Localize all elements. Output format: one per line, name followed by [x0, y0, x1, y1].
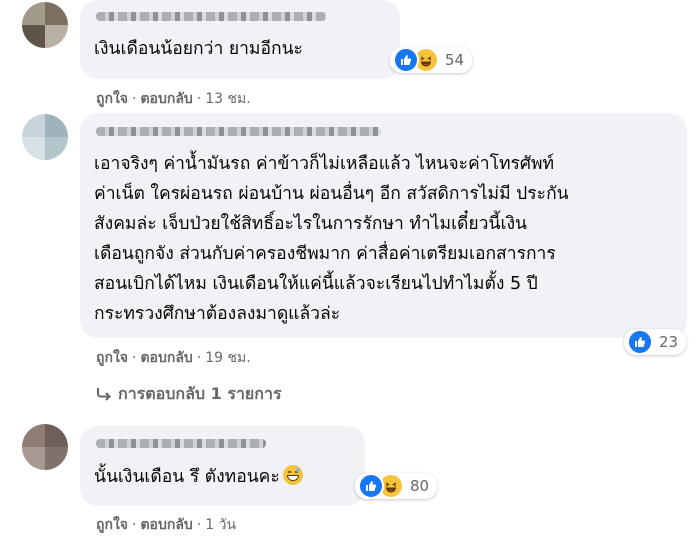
- commenter-avatar[interactable]: [22, 424, 68, 470]
- comment-text-line: ค่าเน็ต ใครผ่อนรถ ผ่อนบ้าน ผ่อนอื่นๆ อีก…: [94, 184, 569, 204]
- comment-text-line: สอนเบิกได้ไหม เงินเดือนให้แค่นี้แล้วจะเร…: [94, 274, 538, 294]
- comment-actions: ถูกใจ · ตอบกลับ · 1 วัน: [96, 517, 237, 533]
- like-icon: [358, 473, 384, 499]
- like-icon: [393, 47, 419, 73]
- reaction-summary[interactable]: 80: [355, 473, 438, 499]
- commenter-avatar[interactable]: [22, 114, 68, 160]
- reaction-count: 80: [410, 477, 430, 495]
- comment-text-line: กระทรวงศึกษาต้องลงมาดูแล้วล่ะ: [94, 304, 341, 324]
- timestamp[interactable]: 1 วัน: [205, 517, 236, 533]
- commenter-name-blurred[interactable]: [96, 127, 381, 136]
- comment-text: เงินเดือนน้อยกว่า ยามอีกนะ: [94, 39, 303, 59]
- timestamp[interactable]: 13 ชม.: [205, 91, 250, 107]
- view-replies-link[interactable]: การตอบกลับ 1 รายการ: [96, 382, 282, 407]
- timestamp[interactable]: 19 ชม.: [205, 350, 250, 366]
- reply-link[interactable]: ตอบกลับ: [140, 517, 192, 533]
- comment-text-line: เอาจริงๆ ค่าน้ำมันรถ ค่าข้าวก็ไม่เหลือแล…: [94, 154, 555, 174]
- comment-bubble: นั้นเงินเดือน รึ ตังทอนคะ: [80, 426, 365, 506]
- like-link[interactable]: ถูกใจ: [96, 91, 128, 107]
- view-replies-label: การตอบกลับ 1 รายการ: [118, 384, 282, 403]
- reply-link[interactable]: ตอบกลับ: [140, 350, 192, 366]
- reply-arrow-icon: [96, 386, 112, 405]
- commenter-name-blurred[interactable]: [96, 439, 266, 448]
- grinning-sweat-emoji: [282, 465, 303, 485]
- comment-bubble: เงินเดือนน้อยกว่า ยามอีกนะ: [80, 0, 400, 79]
- reaction-summary[interactable]: 23: [624, 329, 687, 355]
- comment-text-line: สังคมล่ะ เจ็บป่วยใช้สิทธิ์อะไรในการรักษา…: [94, 214, 527, 234]
- comment-bubble: เอาจริงๆ ค่าน้ำมันรถ ค่าข้าวก็ไม่เหลือแล…: [80, 113, 687, 338]
- reaction-count: 23: [659, 333, 679, 351]
- comment-text-line: เดือนถูกจัง ส่วนกับค่าครองชีพมาก ค่าสื่อ…: [94, 244, 556, 264]
- comment-text-body: นั้นเงินเดือน รึ ตังทอนคะ: [94, 467, 280, 487]
- comment-actions: ถูกใจ · ตอบกลับ · 13 ชม.: [96, 91, 251, 107]
- reaction-count: 54: [445, 51, 465, 69]
- reaction-summary[interactable]: 54: [390, 47, 473, 73]
- like-link[interactable]: ถูกใจ: [96, 517, 128, 533]
- comment-text: นั้นเงินเดือน รึ ตังทอนคะ: [94, 462, 303, 492]
- comment-actions: ถูกใจ · ตอบกลับ · 19 ชม.: [96, 350, 251, 366]
- like-icon: [627, 329, 653, 355]
- reply-link[interactable]: ตอบกลับ: [140, 91, 192, 107]
- like-link[interactable]: ถูกใจ: [96, 350, 128, 366]
- commenter-name-blurred[interactable]: [96, 12, 326, 21]
- commenter-avatar[interactable]: [22, 2, 68, 48]
